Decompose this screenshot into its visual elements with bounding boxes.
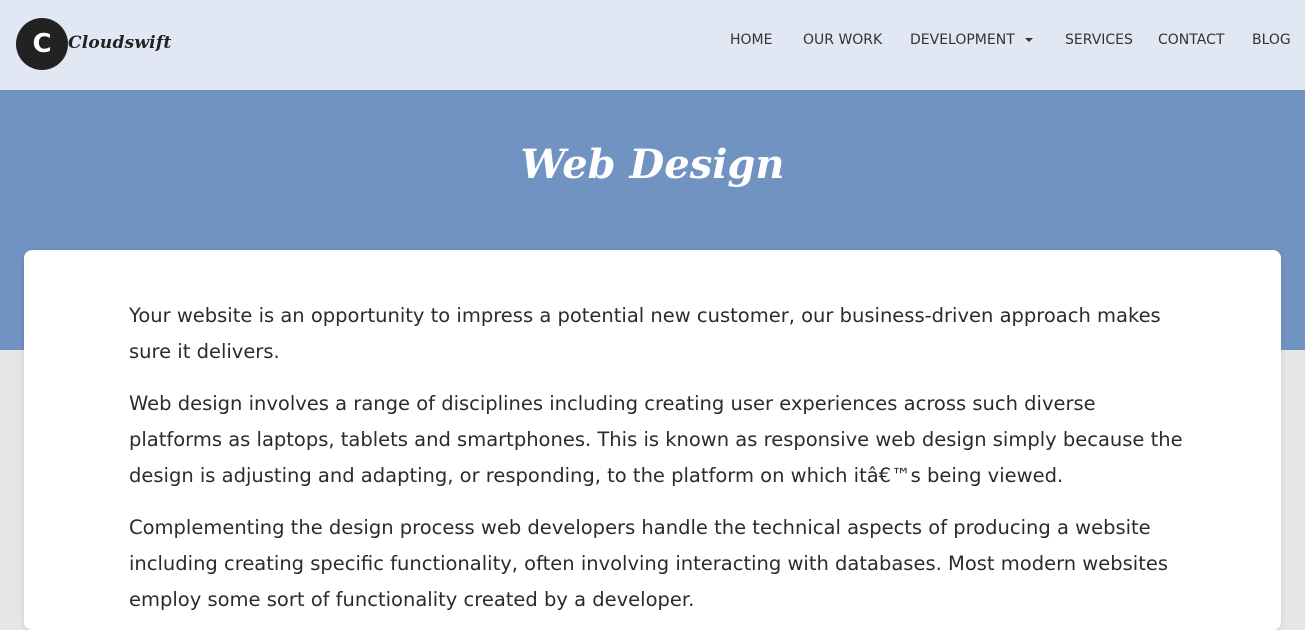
caret-down-icon[interactable] [1025,38,1033,42]
nav-home-link[interactable]: HOME [730,32,772,48]
content-paragraph-responsive: Web design involves a range of disciplin… [129,392,1183,487]
nav-blog-link[interactable]: BLOG [1252,32,1291,48]
top-navbar: C Cloudswift HOME OUR WORK DEVELOPMENT S… [0,0,1305,90]
content-paragraph-intro: Your website is an opportunity to impres… [129,304,1161,363]
page-title: Web Design [520,141,785,188]
brand-name[interactable]: Cloudswift [68,33,171,53]
nav-our-work-link[interactable]: OUR WORK [803,32,882,48]
content-paragraph-development: Complementing the design process web dev… [129,516,1169,611]
nav-services-link[interactable]: SERVICES [1065,32,1133,48]
nav-development-link[interactable]: DEVELOPMENT [910,32,1015,48]
logo-icon[interactable]: C [16,18,68,70]
nav-contact-link[interactable]: CONTACT [1158,32,1224,48]
